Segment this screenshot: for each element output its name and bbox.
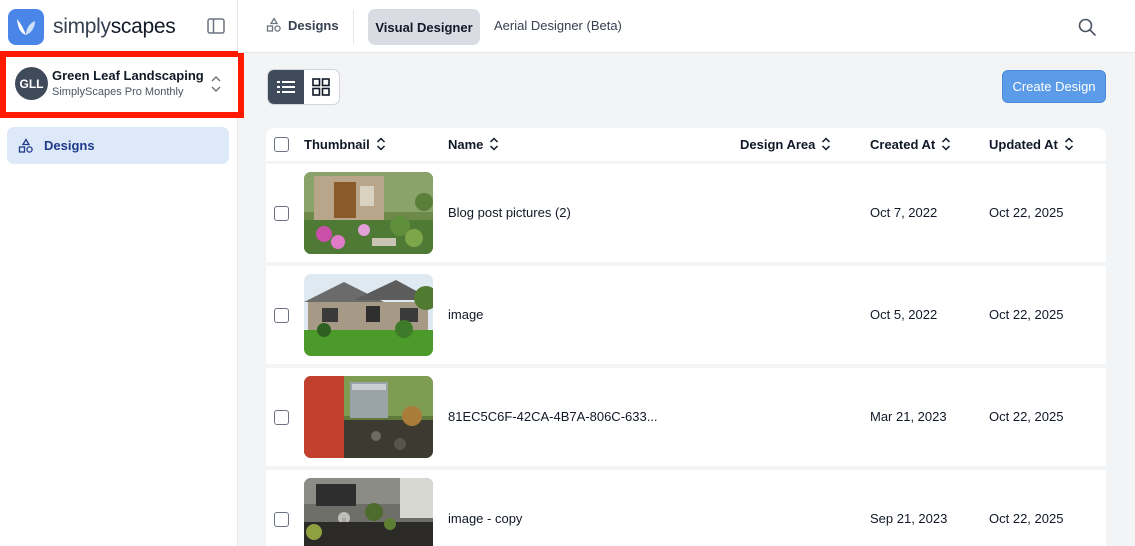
updated-at: Oct 22, 2025 — [989, 409, 1064, 424]
app-root: simplyscapes GLL Green Leaf Landscaping … — [0, 0, 1135, 546]
created-at: Oct 7, 2022 — [870, 205, 938, 220]
org-avatar: GLL — [15, 67, 48, 100]
organization-switcher[interactable]: GLL Green Leaf Landscaping SimplyScapes … — [0, 51, 244, 118]
table-header: Thumbnail Name Design Area Created At Up… — [266, 128, 1106, 161]
breadcrumb-designs[interactable]: Designs — [266, 17, 339, 33]
design-thumbnail[interactable] — [304, 376, 433, 458]
grid-icon — [312, 78, 331, 96]
divider — [353, 10, 354, 44]
designs-shapes-icon — [266, 17, 281, 32]
brand-name: simplyscapes — [53, 14, 176, 38]
grid-view-button[interactable] — [304, 70, 340, 104]
updated-at: Oct 22, 2025 — [989, 511, 1064, 526]
column-header-design-area[interactable]: Design Area — [740, 136, 831, 152]
row-checkbox[interactable] — [274, 206, 289, 221]
sidebar-item-designs[interactable]: Designs — [7, 127, 229, 164]
list-view-button[interactable] — [268, 70, 304, 104]
row-checkbox[interactable] — [274, 512, 289, 527]
table-row[interactable]: image Oct 5, 2022 Oct 22, 2025 — [266, 266, 1106, 364]
tab-visual-designer[interactable]: Visual Designer — [368, 9, 480, 45]
column-header-name[interactable]: Name — [448, 136, 499, 152]
design-thumbnail[interactable] — [304, 274, 433, 356]
design-name[interactable]: image - copy — [448, 511, 522, 526]
design-thumbnail[interactable] — [304, 172, 433, 254]
column-label: Created At — [870, 136, 936, 152]
view-mode-toggle — [267, 69, 340, 105]
designs-shapes-icon — [18, 137, 33, 153]
sort-icon — [1064, 137, 1073, 151]
column-header-updated-at[interactable]: Updated At — [989, 136, 1074, 152]
table-row[interactable]: Blog post pictures (2) Oct 7, 2022 Oct 2… — [266, 164, 1106, 262]
sidebar: simplyscapes GLL Green Leaf Landscaping … — [0, 0, 244, 546]
sidebar-item-label: Designs — [44, 138, 95, 153]
row-checkbox[interactable] — [274, 410, 289, 425]
simplyscapes-logo-icon — [8, 8, 44, 45]
create-design-button[interactable]: Create Design — [1002, 70, 1106, 103]
design-name[interactable]: 81EC5C6F-42CA-4B7A-806C-633... — [448, 409, 658, 424]
column-label: Updated At — [989, 136, 1058, 152]
design-thumbnail[interactable] — [304, 478, 433, 546]
updated-at: Oct 22, 2025 — [989, 307, 1064, 322]
updated-at: Oct 22, 2025 — [989, 205, 1064, 220]
row-checkbox[interactable] — [274, 308, 289, 323]
sidebar-toggle-icon[interactable] — [206, 17, 226, 35]
tab-aerial-designer[interactable]: Aerial Designer (Beta) — [494, 18, 622, 33]
column-header-created-at[interactable]: Created At — [870, 136, 951, 152]
breadcrumb-label: Designs — [288, 17, 339, 33]
column-header-thumbnail[interactable]: Thumbnail — [304, 136, 386, 152]
column-label: Design Area — [740, 136, 816, 152]
design-name[interactable]: image — [448, 307, 483, 322]
sort-icon — [490, 137, 499, 151]
org-plan: SimplyScapes Pro Monthly — [52, 86, 184, 98]
chevron-up-down-icon — [209, 73, 223, 95]
created-at: Mar 21, 2023 — [870, 409, 947, 424]
column-label: Name — [448, 136, 484, 152]
list-icon — [276, 81, 295, 93]
brand[interactable]: simplyscapes — [8, 8, 176, 45]
table-row[interactable]: image - copy Sep 21, 2023 Oct 22, 2025 — [266, 470, 1106, 546]
search-icon[interactable] — [1077, 17, 1097, 37]
table-row[interactable]: 81EC5C6F-42CA-4B7A-806C-633... Mar 21, 2… — [266, 368, 1106, 466]
select-all-checkbox[interactable] — [274, 137, 289, 152]
sort-icon — [942, 137, 951, 151]
design-name[interactable]: Blog post pictures (2) — [448, 205, 571, 220]
org-name: Green Leaf Landscaping — [52, 68, 204, 83]
created-at: Sep 21, 2023 — [870, 511, 948, 526]
column-label: Thumbnail — [304, 136, 370, 152]
sort-icon — [822, 137, 831, 151]
created-at: Oct 5, 2022 — [870, 307, 938, 322]
sort-icon — [376, 137, 385, 151]
top-bar: Designs Visual Designer Aerial Designer … — [238, 0, 1135, 53]
